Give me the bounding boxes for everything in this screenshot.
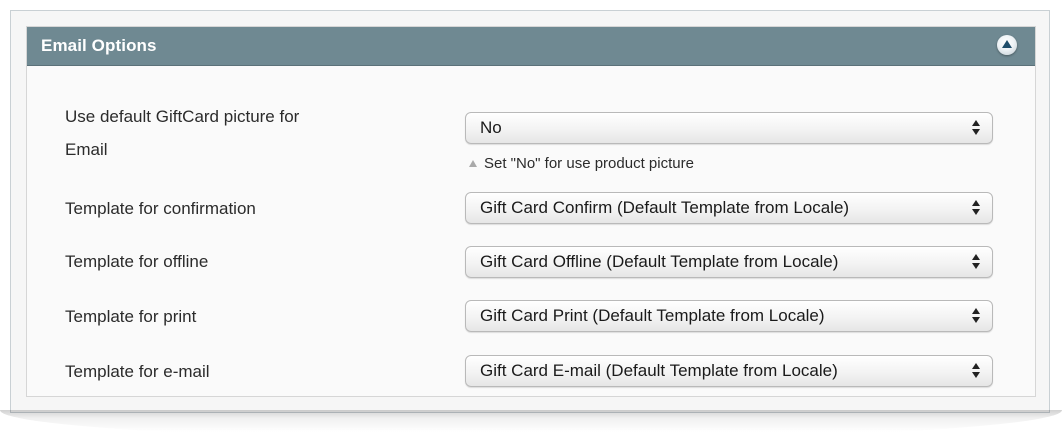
select-updown-icon: [972, 308, 982, 324]
select-template-confirmation-value: Gift Card Confirm (Default Template from…: [480, 198, 850, 217]
select-template-confirmation[interactable]: Gift Card Confirm (Default Template from…: [465, 192, 993, 224]
select-updown-icon: [972, 120, 982, 136]
select-template-print-value: Gift Card Print (Default Template from L…: [480, 306, 825, 325]
select-updown-icon: [972, 200, 982, 216]
page-shadow: [0, 410, 1062, 440]
note-text: Set "No" for use product picture: [484, 155, 694, 172]
section-header[interactable]: Email Options: [27, 27, 1035, 66]
label-template-offline-text: Template for offline: [65, 252, 209, 271]
label-template-email: Template for e-mail: [65, 359, 210, 385]
email-options-fieldset: Email Options Use default GiftCard pictu…: [26, 26, 1036, 397]
email-options-panel: Email Options Use default GiftCard pictu…: [10, 10, 1050, 413]
chevron-up-circle-icon[interactable]: [997, 35, 1017, 55]
select-use-default-picture-value: No: [480, 118, 502, 137]
select-template-email-value: Gift Card E-mail (Default Template from …: [480, 361, 838, 380]
select-updown-icon: [972, 363, 982, 379]
label-template-offline: Template for offline: [65, 249, 208, 275]
label-template-confirmation-text: Template for confirmation: [65, 199, 256, 218]
select-template-offline-value: Gift Card Offline (Default Template from…: [480, 252, 839, 271]
section-title: Email Options: [41, 36, 157, 55]
label-template-print: Template for print: [65, 304, 196, 330]
label-use-default-picture: Use default GiftCard picture for: [65, 104, 299, 130]
select-template-print[interactable]: Gift Card Print (Default Template from L…: [465, 300, 993, 332]
page: Email Options Use default GiftCard pictu…: [0, 0, 1062, 440]
label-template-email-text: Template for e-mail: [65, 362, 210, 381]
select-template-email[interactable]: Gift Card E-mail (Default Template from …: [465, 355, 993, 387]
select-use-default-picture[interactable]: No: [465, 112, 993, 144]
label-use-default-picture-line2: Email: [65, 140, 108, 159]
triangle-up-icon: [469, 160, 477, 167]
label-template-print-text: Template for print: [65, 307, 197, 326]
select-template-offline[interactable]: Gift Card Offline (Default Template from…: [465, 246, 993, 278]
select-updown-icon: [972, 254, 982, 270]
label-use-default-picture-line2-wrap: Email: [65, 137, 108, 163]
label-use-default-picture-line1: Use default GiftCard picture for: [65, 107, 300, 126]
label-template-confirmation: Template for confirmation: [65, 196, 256, 222]
note-use-product-picture: Set "No" for use product picture: [469, 155, 694, 173]
